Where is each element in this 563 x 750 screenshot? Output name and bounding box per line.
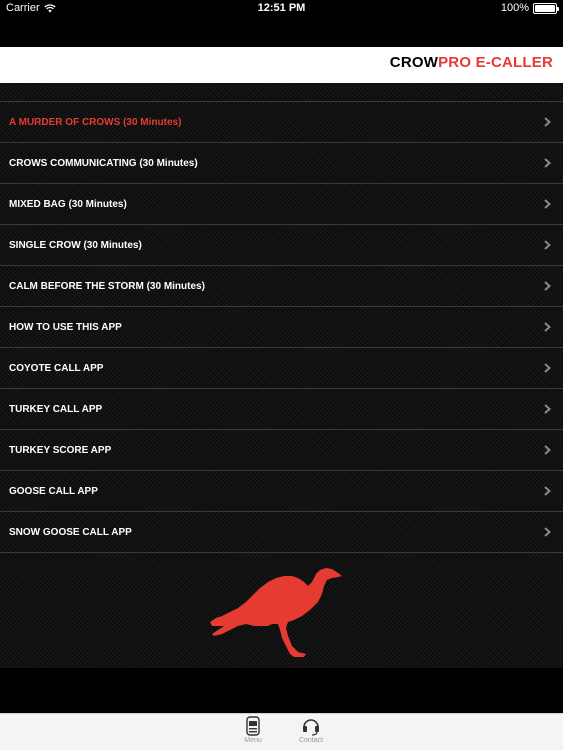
menu-item[interactable]: TURKEY CALL APP xyxy=(0,389,563,430)
tab-contact[interactable]: Contact xyxy=(286,716,336,750)
menu-item[interactable]: HOW TO USE THIS APP xyxy=(0,307,563,348)
chevron-right-icon xyxy=(544,199,551,209)
menu-item-label: CALM BEFORE THE STORM (30 Minutes) xyxy=(9,280,205,292)
chevron-right-icon xyxy=(544,158,551,168)
headset-icon xyxy=(303,719,319,736)
menu-item-label: HOW TO USE THIS APP xyxy=(9,321,122,333)
menu-item[interactable]: CALM BEFORE THE STORM (30 Minutes) xyxy=(0,266,563,307)
menu-item[interactable]: SNOW GOOSE CALL APP xyxy=(0,512,563,553)
battery-percent: 100% xyxy=(500,2,529,14)
menu-item[interactable]: CROWS COMMUNICATING (30 Minutes) xyxy=(0,143,563,184)
main-content: A MURDER OF CROWS (30 Minutes) CROWS COM… xyxy=(0,83,563,668)
status-time: 12:51 PM xyxy=(257,2,306,14)
menu-list: A MURDER OF CROWS (30 Minutes) CROWS COM… xyxy=(0,101,563,553)
tab-contact-label: Contact xyxy=(298,737,324,744)
tab-bar: Menu Contact xyxy=(0,713,563,750)
chevron-right-icon xyxy=(544,322,551,332)
chevron-right-icon xyxy=(544,363,551,373)
chevron-right-icon xyxy=(544,240,551,250)
battery-icon xyxy=(533,2,559,14)
menu-item[interactable]: MIXED BAG (30 Minutes) xyxy=(0,184,563,225)
menu-item-label: COYOTE CALL APP xyxy=(9,362,104,374)
menu-item-label: SINGLE CROW (30 Minutes) xyxy=(9,239,142,251)
menu-item[interactable]: SINGLE CROW (30 Minutes) xyxy=(0,225,563,266)
menu-item-label: MIXED BAG (30 Minutes) xyxy=(9,198,127,210)
app-title-part1: CROW xyxy=(389,54,439,71)
menu-item[interactable]: COYOTE CALL APP xyxy=(0,348,563,389)
status-bar: Carrier 12:51 PM 100% xyxy=(0,0,563,18)
chevron-right-icon xyxy=(544,404,551,414)
chevron-right-icon xyxy=(544,445,551,455)
bottom-spacer xyxy=(0,668,563,713)
tab-menu-label: Menu xyxy=(244,737,262,744)
menu-item[interactable]: TURKEY SCORE APP xyxy=(0,430,563,471)
chevron-right-icon xyxy=(544,117,551,127)
app-title: CROWPRO E-CALLER xyxy=(390,54,553,71)
menu-item-label: TURKEY SCORE APP xyxy=(9,444,112,456)
menu-item[interactable]: GOOSE CALL APP xyxy=(0,471,563,512)
chevron-right-icon xyxy=(544,527,551,537)
crow-icon xyxy=(210,568,342,657)
chevron-right-icon xyxy=(544,281,551,291)
app-header: CROWPRO E-CALLER xyxy=(0,47,563,83)
app-title-part2: PRO E-CALLER xyxy=(438,54,553,71)
jukebox-icon xyxy=(246,716,260,736)
menu-item-label: GOOSE CALL APP xyxy=(9,485,98,497)
tab-menu[interactable]: Menu xyxy=(228,716,278,750)
menu-item-label: CROWS COMMUNICATING (30 Minutes) xyxy=(9,157,198,169)
menu-item-label: A MURDER OF CROWS (30 Minutes) xyxy=(9,116,182,128)
chevron-right-icon xyxy=(544,486,551,496)
top-spacer xyxy=(0,18,563,47)
menu-item[interactable]: A MURDER OF CROWS (30 Minutes) xyxy=(0,102,563,143)
menu-item-label: SNOW GOOSE CALL APP xyxy=(9,526,132,538)
battery-indicator: 100% xyxy=(500,2,559,14)
menu-item-label: TURKEY CALL APP xyxy=(9,403,103,415)
